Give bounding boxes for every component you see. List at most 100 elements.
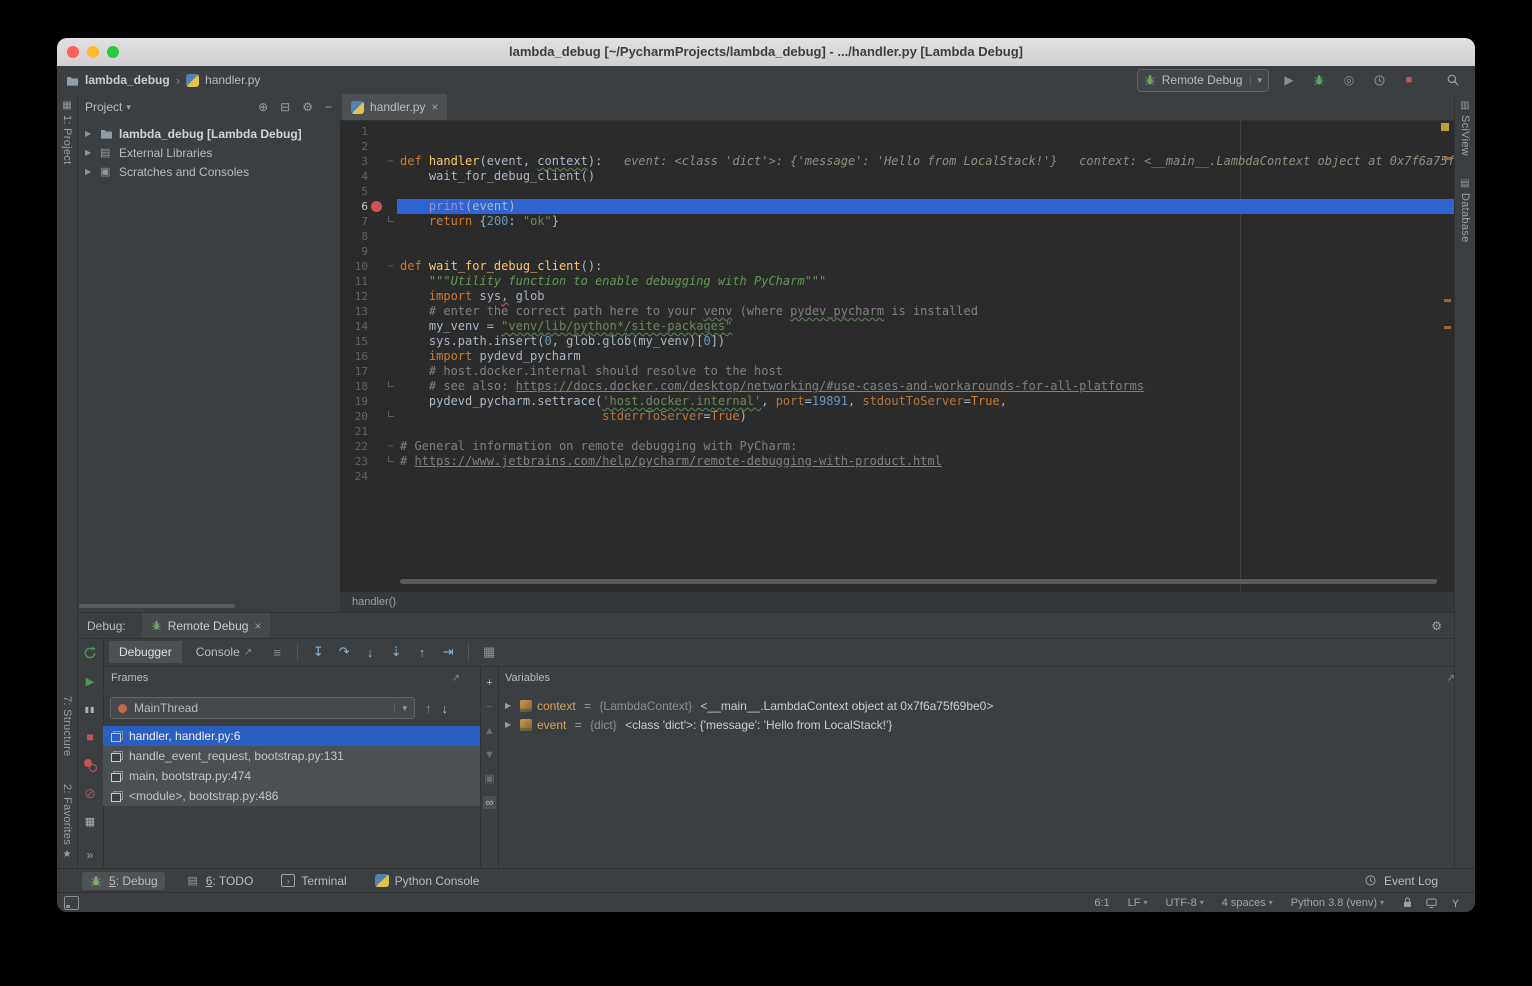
gear-icon[interactable]: ⚙	[1431, 619, 1442, 633]
code-line[interactable]: 20 stderrToServer=True)	[340, 409, 1455, 424]
error-stripe-mark[interactable]	[1444, 157, 1451, 160]
duplicate-watch-button[interactable]: ▣	[483, 772, 496, 785]
code-line[interactable]: 12 import sys, glob	[340, 289, 1455, 304]
code-line[interactable]: 1	[340, 124, 1455, 139]
debug-button[interactable]	[1309, 74, 1329, 86]
project-scrollbar[interactable]	[79, 604, 235, 608]
step-out-button[interactable]: ↑	[411, 645, 433, 660]
code-line[interactable]: 8	[340, 229, 1455, 244]
debug-session-tab[interactable]: Remote Debug ×	[142, 613, 271, 638]
code-line[interactable]: 11 """Utility function to enable debuggi…	[340, 274, 1455, 289]
collapse-all-button[interactable]: ⊟	[280, 100, 290, 114]
code-line[interactable]: 17 # host.docker.internal should resolve…	[340, 364, 1455, 379]
profiler-button[interactable]	[1369, 74, 1389, 87]
close-tab-icon[interactable]: ×	[431, 100, 438, 114]
more-actions-button[interactable]: »	[82, 847, 98, 863]
favorites-stripe-button[interactable]: 2: Favorites ★	[57, 784, 77, 860]
gear-icon[interactable]: ⚙	[302, 100, 313, 114]
breakpoint-icon[interactable]	[371, 201, 382, 212]
tree-item[interactable]: ▶▣Scratches and Consoles	[77, 162, 340, 181]
frame-row[interactable]: handler, handler.py:6	[103, 726, 480, 746]
lock-icon[interactable]	[1402, 896, 1413, 909]
breadcrumb-project[interactable]: lambda_debug	[85, 73, 170, 87]
code-line[interactable]: 18 # see also: https://docs.docker.com/d…	[340, 379, 1455, 394]
code-line[interactable]: 24	[340, 469, 1455, 484]
inspections-profile-icon[interactable]	[1450, 897, 1461, 909]
variable-row[interactable]: ▶event = {dict} <class 'dict'>: {'messag…	[497, 715, 1475, 734]
move-watch-up-button[interactable]: ▲	[483, 724, 496, 737]
layout-settings-button[interactable]: ≡	[266, 645, 288, 660]
run-button[interactable]: ▶	[1279, 73, 1299, 87]
code-line[interactable]: 6 print(event)	[340, 199, 1455, 214]
view-as-table-button[interactable]: ▦	[478, 644, 500, 660]
error-stripe-mark[interactable]	[1444, 326, 1451, 329]
stop-button[interactable]: ■	[1399, 74, 1419, 86]
code-editor[interactable]: 123−def handler(event, context): event: …	[340, 120, 1455, 592]
breadcrumb-function[interactable]: handler()	[352, 596, 396, 608]
move-watch-down-button[interactable]: ▼	[483, 748, 496, 761]
previous-frame-button[interactable]: ↑	[425, 701, 432, 716]
code-line[interactable]: 14 my_venv = "venv/lib/python*/site-pack…	[340, 319, 1455, 334]
database-stripe-button[interactable]: ▤ Database	[1455, 178, 1475, 243]
structure-stripe-button[interactable]: 7: Structure	[57, 696, 77, 756]
tree-item[interactable]: ▶lambda_debug [Lambda Debug]	[77, 124, 340, 143]
add-watch-button[interactable]: +	[483, 676, 496, 689]
tree-item[interactable]: ▶▤External Libraries	[77, 143, 340, 162]
pause-button[interactable]: ▮▮	[82, 701, 98, 717]
error-stripe-mark[interactable]	[1444, 299, 1451, 302]
mute-breakpoints-button[interactable]: ⊘	[82, 785, 98, 801]
next-frame-button[interactable]: ↓	[442, 701, 449, 716]
code-line[interactable]: 23# https://www.jetbrains.com/help/pycha…	[340, 454, 1455, 469]
frame-row[interactable]: handle_event_request, bootstrap.py:131	[103, 746, 480, 766]
toolwindow-toggle-icon[interactable]	[64, 896, 79, 910]
variable-row[interactable]: ▶context = {LambdaContext} <__main__.Lam…	[497, 696, 1475, 715]
pin-icon[interactable]: ↗	[452, 673, 472, 684]
code-line[interactable]: 19 pydevd_pycharm.settrace('host.docker.…	[340, 394, 1455, 409]
code-line[interactable]: 5	[340, 184, 1455, 199]
run-to-cursor-button[interactable]: ⇥	[437, 644, 459, 660]
remove-watch-button[interactable]: −	[483, 700, 496, 713]
search-everywhere-button[interactable]	[1443, 73, 1463, 87]
coverage-button[interactable]: ◎	[1339, 73, 1359, 87]
status-item[interactable]: 6:1	[1094, 897, 1109, 909]
frame-row[interactable]: <module>, bootstrap.py:486	[103, 786, 480, 806]
project-panel-title[interactable]: Project	[85, 100, 122, 114]
status-item[interactable]: Python 3.8 (venv)▾	[1291, 897, 1384, 909]
show-execution-point-button[interactable]: ↧	[307, 644, 329, 660]
code-line[interactable]: 13 # enter the correct path here to your…	[340, 304, 1455, 319]
hide-panel-button[interactable]: −	[325, 100, 332, 114]
code-line[interactable]: 3−def handler(event, context): event: <c…	[340, 154, 1455, 169]
code-line[interactable]: 15 sys.path.insert(0, glob.glob(my_venv)…	[340, 334, 1455, 349]
run-configuration-select[interactable]: Remote Debug ▾	[1137, 69, 1269, 92]
stop-button[interactable]: ■	[82, 729, 98, 745]
code-line[interactable]: 4 wait_for_debug_client()	[340, 169, 1455, 184]
toolwindow-button-todo[interactable]: ▤6: TODO	[179, 872, 261, 890]
code-line[interactable]: 22−# General information on remote debug…	[340, 439, 1455, 454]
toolwindow-button-debug[interactable]: 5: Debug	[82, 872, 165, 890]
code-line[interactable]: 16 import pydevd_pycharm	[340, 349, 1455, 364]
view-breakpoints-button[interactable]	[82, 757, 98, 773]
toolwindow-button-terminal[interactable]: ›Terminal	[274, 872, 353, 890]
locate-file-button[interactable]: ⊕	[258, 100, 268, 114]
status-item[interactable]: UTF-8▾	[1166, 897, 1204, 909]
thread-select[interactable]: MainThread ▾	[110, 697, 415, 719]
status-item[interactable]: LF▾	[1128, 897, 1148, 909]
code-line[interactable]: 2	[340, 139, 1455, 154]
code-line[interactable]: 10−def wait_for_debug_client():	[340, 259, 1455, 274]
status-item[interactable]: 4 spaces▾	[1222, 897, 1273, 909]
inspection-indicator[interactable]	[1441, 123, 1449, 131]
editor-horizontal-scrollbar[interactable]	[400, 579, 1437, 584]
code-line[interactable]: 21	[340, 424, 1455, 439]
code-line[interactable]: 7 return {200: "ok"}	[340, 214, 1455, 229]
sciview-stripe-button[interactable]: ▥ SciView	[1455, 100, 1475, 156]
resume-button[interactable]: ▶	[82, 673, 98, 689]
code-line[interactable]: 9	[340, 244, 1455, 259]
force-step-into-button[interactable]: ⇣	[385, 644, 407, 660]
step-into-button[interactable]: ↓	[359, 645, 381, 660]
restore-layout-button[interactable]: ▦	[82, 813, 98, 829]
toolwindow-button-event-log[interactable]: Event Log	[1357, 872, 1445, 890]
tab-debugger[interactable]: Debugger	[109, 641, 182, 663]
breadcrumb-file[interactable]: handler.py	[205, 73, 260, 87]
editor-tab-handler-py[interactable]: handler.py ×	[342, 94, 447, 120]
step-over-button[interactable]: ↷	[333, 644, 355, 660]
